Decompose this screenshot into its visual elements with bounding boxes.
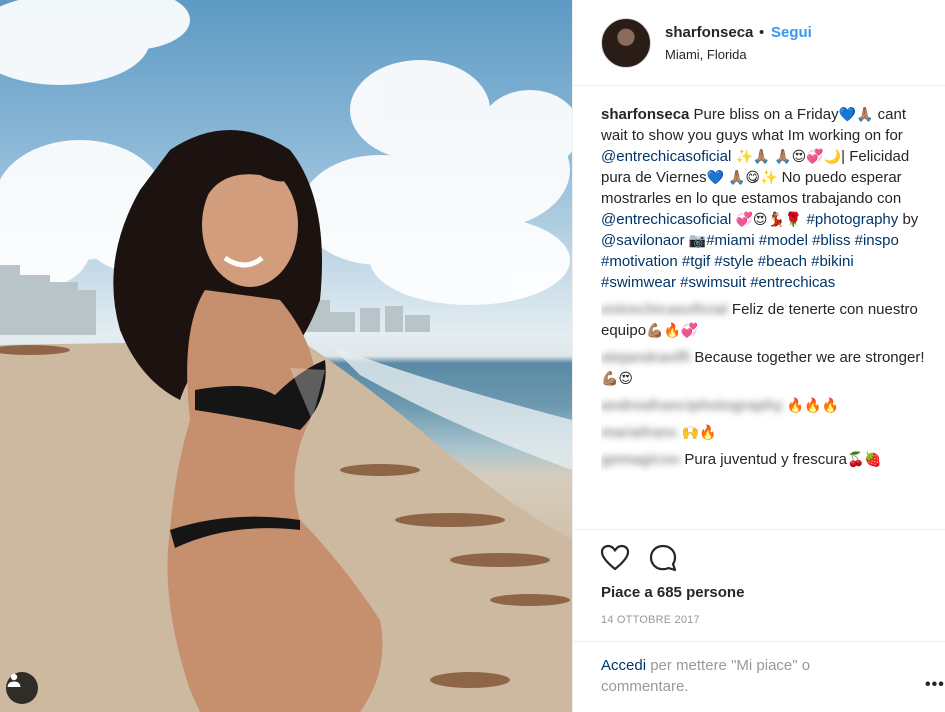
login-prompt: Accedi per mettere "Mi piace" o commenta… <box>601 655 881 697</box>
tagged-user-button[interactable] <box>6 672 38 704</box>
comment-username[interactable]: mariafranc <box>601 424 678 441</box>
comment-icon[interactable] <box>647 542 679 574</box>
divider <box>573 641 945 642</box>
person-icon <box>7 673 21 687</box>
caption-emoji: 💙 🙏🏽😋✨ <box>706 169 778 185</box>
post-date: 14 OTTOBRE 2017 <box>601 614 700 626</box>
comment-row: alejandraoffi Because together we are st… <box>601 347 926 389</box>
caption-text: Pure bliss on a Friday <box>693 106 839 123</box>
comment-username[interactable]: alejandraoffi <box>601 349 690 366</box>
comments-list[interactable]: sharfonseca Pure bliss on a Friday💙🙏🏽 ca… <box>601 104 926 528</box>
post-actions: Piace a 685 persone 14 OTTOBRE 2017 <box>573 529 945 641</box>
comment-emoji: 🍒🍓 <box>846 451 882 467</box>
mention-link[interactable]: @entrechicasoficial <box>601 148 731 165</box>
comment-emoji: 💪🏽🔥💞 <box>646 322 699 338</box>
caption-username[interactable]: sharfonseca <box>601 106 689 123</box>
more-options-button[interactable]: ••• <box>925 676 945 694</box>
comment-emoji: 🙌🔥 <box>681 424 717 440</box>
caption-emoji: 💞😍💃🏽🌹 <box>735 211 803 227</box>
caption-emoji: 💙🙏🏽 <box>838 106 874 122</box>
follow-button[interactable]: Segui <box>771 24 812 41</box>
comment-username[interactable]: gemagicoo <box>601 451 680 468</box>
beach-photo-illustration <box>0 0 572 712</box>
comment-username[interactable]: entrechicasoficial <box>601 301 728 318</box>
caption: sharfonseca Pure bliss on a Friday💙🙏🏽 ca… <box>601 104 926 293</box>
header-username[interactable]: sharfonseca <box>665 24 753 41</box>
post-header: sharfonseca • Segui Miami, Florida <box>573 0 945 86</box>
caption-text: by <box>902 211 919 228</box>
heart-icon[interactable] <box>599 542 631 574</box>
likes-count[interactable]: Piace a 685 persone <box>601 584 744 601</box>
comment-text: Because together we are stronger! <box>694 349 925 366</box>
comment-row: gemagicoo Pura juventud y frescura🍒🍓 <box>601 449 926 470</box>
comment-text: Pura juventud y frescura <box>684 451 847 468</box>
comment-row: entrechicasoficial Feliz de tenerte con … <box>601 299 926 341</box>
comment-emoji: 💪🏽😍 <box>601 370 634 386</box>
post-sidebar: sharfonseca • Segui Miami, Florida sharf… <box>572 0 945 712</box>
hashtag-link[interactable]: #photography <box>807 211 899 228</box>
header-separator: • <box>759 24 765 41</box>
login-link[interactable]: Accedi <box>601 657 646 674</box>
caption-emoji: ✨🙏🏽 🙏🏽😍💞🌙 <box>735 148 842 164</box>
comment-row: andreafranciphotography 🔥🔥🔥 <box>601 395 926 416</box>
post-photo[interactable] <box>0 0 572 712</box>
camera-emoji: 📷 <box>688 232 707 248</box>
mention-link[interactable]: @entrechicasoficial <box>601 211 731 228</box>
comment-username[interactable]: andreafranciphotography <box>601 397 783 414</box>
mention-link[interactable]: @savilonaor <box>601 232 685 249</box>
comment-emoji: 🔥🔥🔥 <box>786 397 840 413</box>
avatar[interactable] <box>601 18 651 68</box>
comment-row: mariafranc 🙌🔥 <box>601 422 926 443</box>
location-link[interactable]: Miami, Florida <box>665 47 747 62</box>
